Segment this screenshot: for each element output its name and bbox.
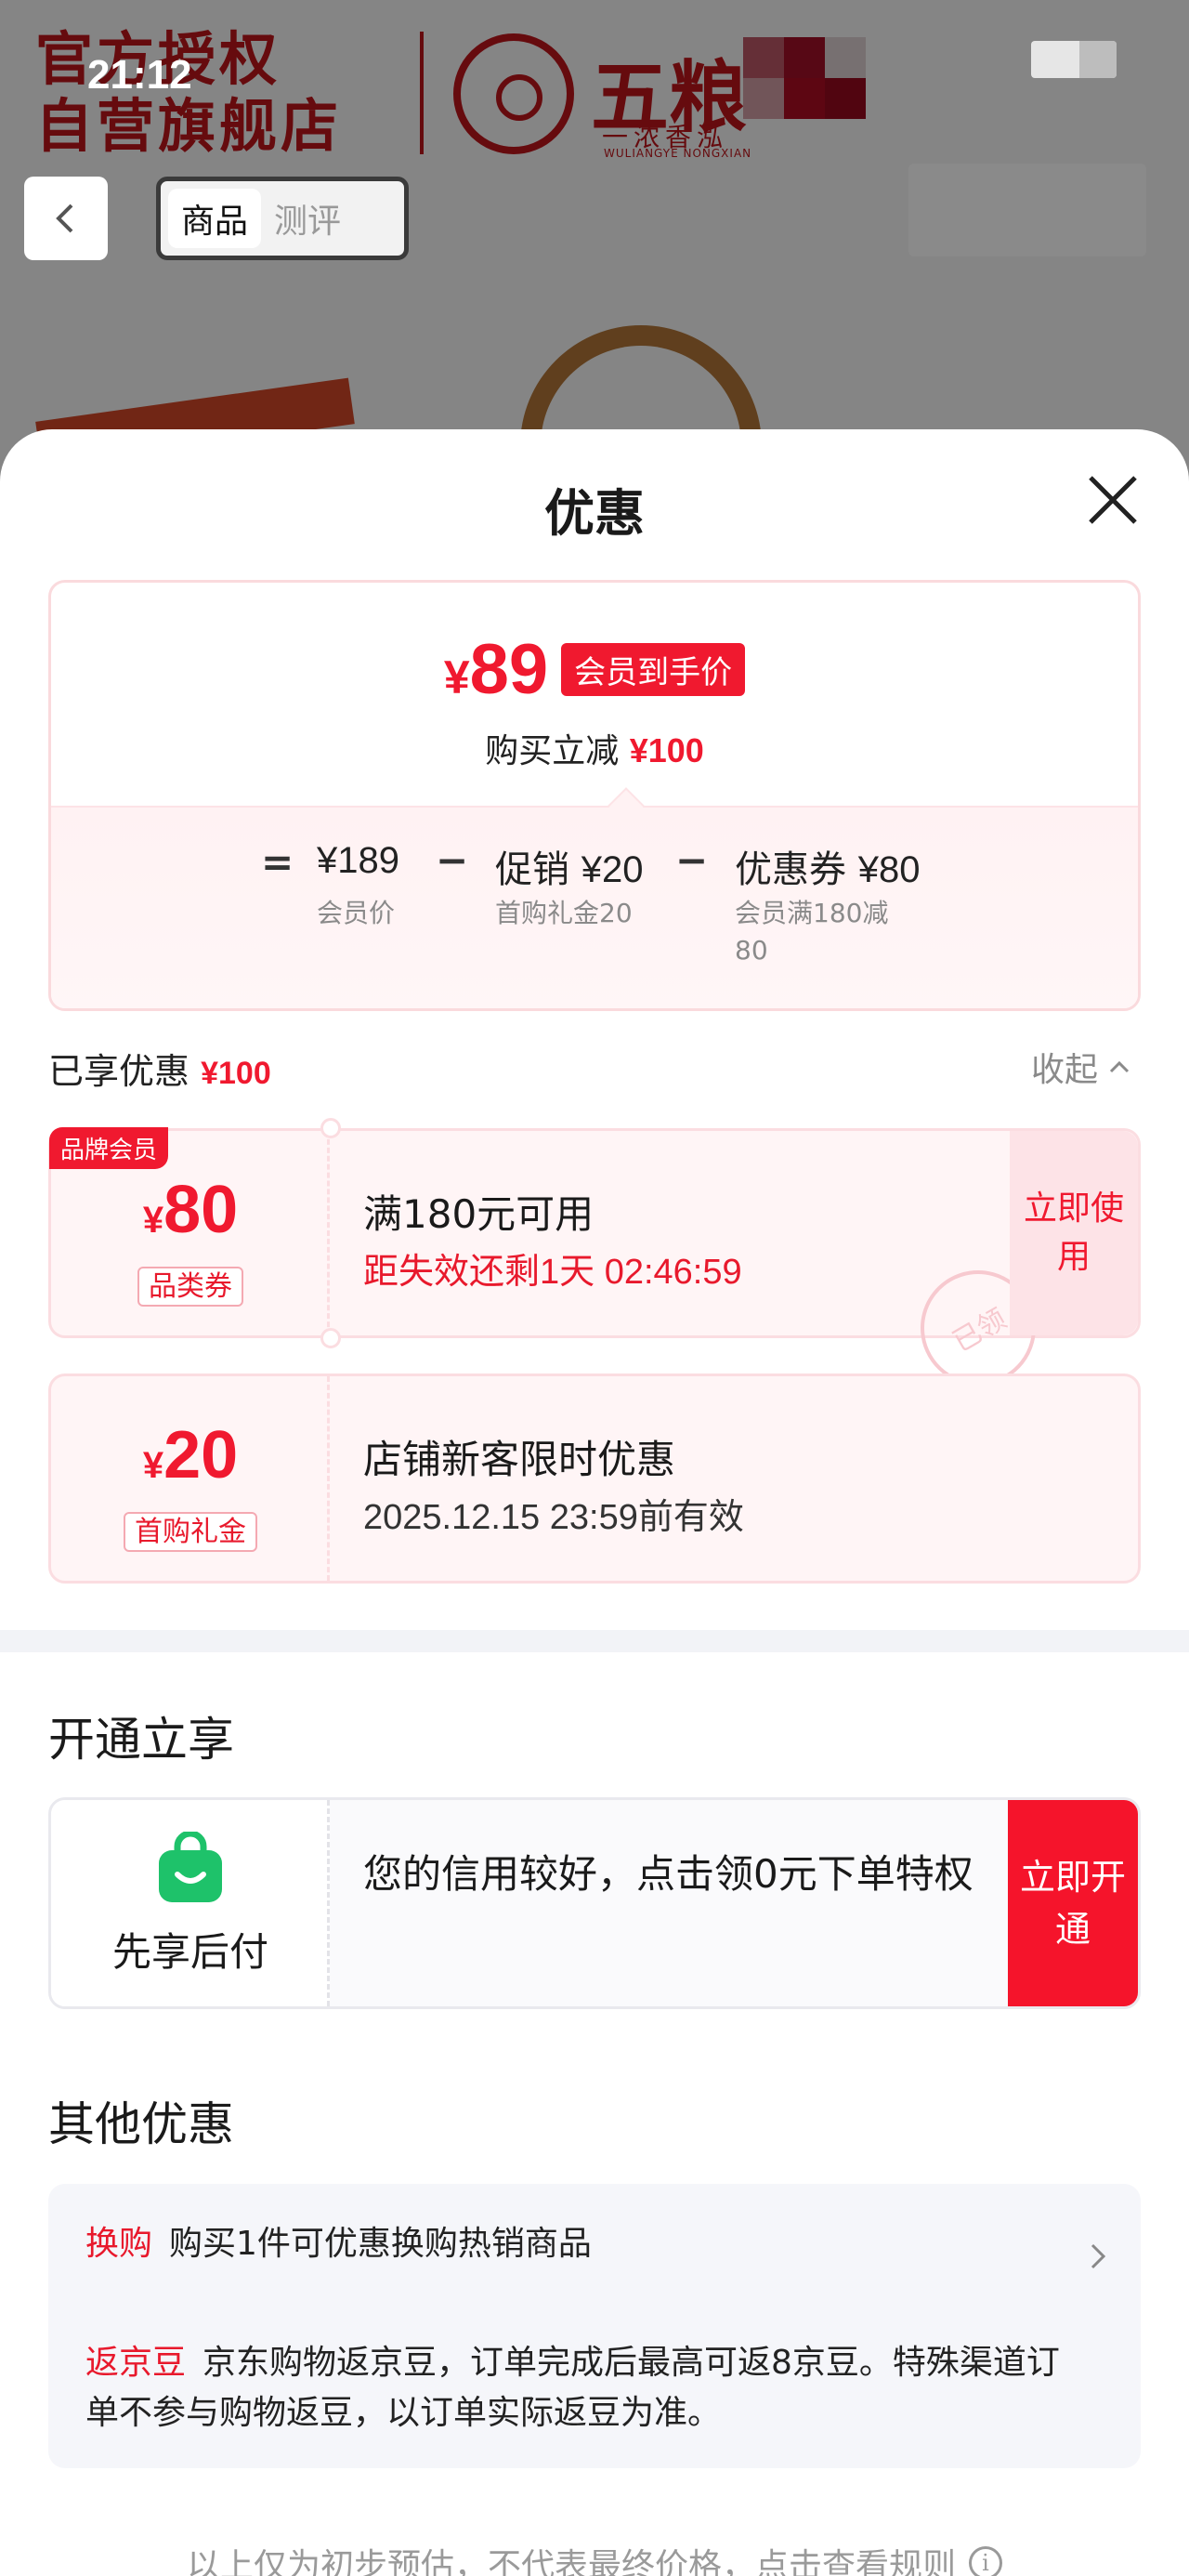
open-section-title: 开通立享 <box>48 1713 234 1767</box>
redacted-box <box>908 164 1146 256</box>
tab-review[interactable]: 测评 <box>261 189 354 248</box>
chevron-right-icon[interactable] <box>1087 2238 1111 2275</box>
coupon-expiry: 2025.12.15 23:59前有效 <box>363 1498 744 1537</box>
product-page-background: 官方授权 自营旗舰店 五粮 一浓香泓 WULIANGYE NONGXIAN 21… <box>0 0 1189 483</box>
trade-in-row[interactable]: 换购 购买1件可优惠换购热销商品 <box>85 2219 1052 2269</box>
tab-product[interactable]: 商品 <box>168 189 262 248</box>
coupon-value: 优惠券 ¥80 <box>735 848 921 891</box>
trade-in-tag: 换购 <box>85 2225 153 2263</box>
collapse-toggle[interactable]: 收起 <box>1031 1043 1131 1091</box>
close-button[interactable] <box>1081 468 1144 532</box>
brand-member-tag: 品牌会员 <box>49 1127 169 1169</box>
section-divider <box>0 1630 1189 1652</box>
enjoyed-discount: 已享优惠 ¥100 <box>48 1051 271 1092</box>
price-summary-card: ¥89 会员到手价 购买立减 ¥100 = ¥189 会员价 − 促销 ¥20 … <box>48 580 1141 1011</box>
coupon-amount: ¥80 <box>142 1173 239 1247</box>
promo-sub: 首购礼金20 <box>495 898 633 928</box>
pay-later-label: 先享后付 <box>111 1929 268 1975</box>
coupon-countdown: 距失效还剩1天 02:46:59 <box>363 1253 742 1292</box>
rules-footnote[interactable]: 以上仅为初步预估，不代表最终价格，点击查看规则 i <box>0 2539 1189 2576</box>
coupon-sub: 会员满180减80 <box>735 898 889 966</box>
use-now-button[interactable]: 立即使用 <box>1010 1131 1138 1335</box>
coupon-title: 店铺新客限时优惠 <box>363 1437 676 1482</box>
status-time: 21:12 <box>87 52 192 98</box>
info-icon: i <box>969 2546 1002 2576</box>
member-price-label: 会员价 <box>317 898 396 928</box>
open-now-button[interactable]: 立即开通 <box>1008 1800 1138 2006</box>
coupon-card: ¥20 首购礼金 店铺新客限时优惠 2025.12.15 23:59前有效 <box>48 1373 1141 1584</box>
final-price: ¥89 <box>443 630 549 709</box>
back-button[interactable] <box>24 177 108 260</box>
equals-sign: = <box>261 839 294 885</box>
reduce-row: 购买立减 ¥100 <box>485 731 704 770</box>
coupon-amount: ¥20 <box>142 1418 239 1492</box>
chevron-left-icon <box>56 204 73 233</box>
coupon-title: 满180元可用 <box>363 1191 594 1237</box>
coupon-type-tag: 品类券 <box>137 1267 243 1307</box>
member-price-badge: 会员到手价 <box>561 643 746 696</box>
chevron-up-icon <box>1109 1060 1130 1073</box>
coupon-card: 品牌会员 ¥80 品类券 满180元可用 距失效还剩1天 02:46:59 已领… <box>48 1118 1141 1407</box>
discount-sheet: 优惠 ¥89 会员到手价 购买立减 ¥100 = ¥189 会员价 − 促销 ¥… <box>0 429 1189 2576</box>
price-formula: = ¥189 会员价 − 促销 ¥20 首购礼金20 − 优惠券 ¥80 会员满… <box>51 806 1138 1008</box>
member-price-value: ¥189 <box>317 840 399 881</box>
jingdou-row: 返京豆 京东购物返京豆，订单完成后最高可返8京豆。特殊渠道订单不参与购物返豆，以订… <box>85 2344 1060 2432</box>
battery-icon <box>1031 41 1117 78</box>
pay-later-card: 先享后付 您的信用较好，点击领0元下单特权 立即开通 <box>48 1797 1141 2009</box>
minus-sign: − <box>436 837 469 883</box>
close-icon <box>1089 476 1137 524</box>
shopping-bag-icon <box>159 1832 222 1902</box>
jingdou-tag: 返京豆 <box>85 2344 187 2382</box>
other-section-title: 其他优惠 <box>48 2097 234 2151</box>
other-discounts: 换购 购买1件可优惠换购热销商品 返京豆 京东购物返京豆，订单完成后最高可返8京豆。… <box>48 2184 1141 2468</box>
coupon-type-tag: 首购礼金 <box>124 1512 257 1552</box>
pay-later-text: 您的信用较好，点击领0元下单特权 <box>363 1851 973 1897</box>
sheet-title: 优惠 <box>544 484 645 543</box>
product-tabs: 商品 测评 <box>156 177 409 260</box>
minus-sign: − <box>675 837 709 883</box>
promo-value: 促销 ¥20 <box>495 848 644 891</box>
